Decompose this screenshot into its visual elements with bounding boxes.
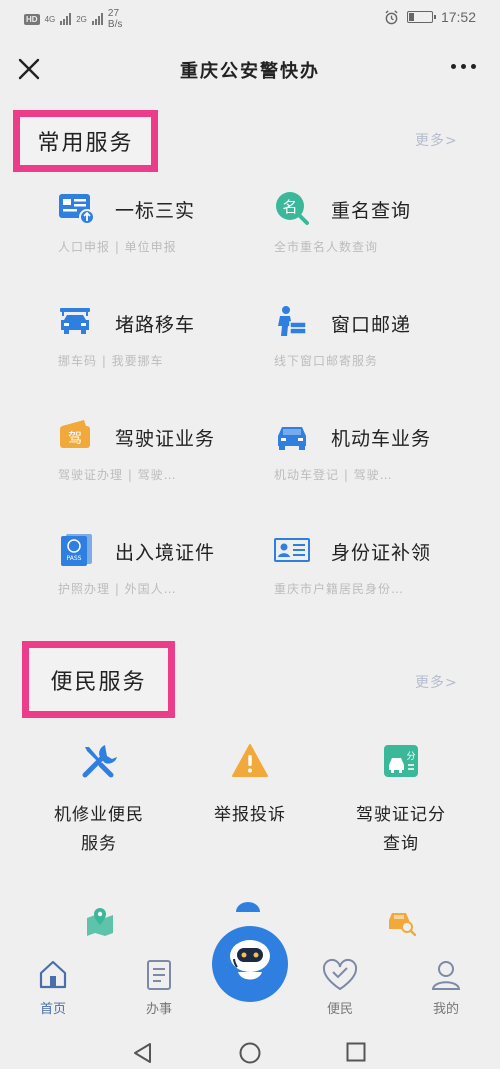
more-menu-button[interactable] bbox=[451, 64, 476, 69]
service-subtitle: 重庆市户籍居民身份… bbox=[274, 582, 405, 596]
assistant-button[interactable] bbox=[212, 926, 288, 1002]
car-icon bbox=[278, 427, 306, 450]
heart-icon bbox=[322, 958, 358, 991]
service-subtitle: 护照办理 | 外国人… bbox=[58, 582, 177, 596]
document-icon bbox=[147, 960, 171, 990]
service-subtitle: 线下窗口邮寄服务 bbox=[274, 354, 379, 368]
signal-icon bbox=[91, 13, 103, 25]
service-title: 驾驶证业务 bbox=[115, 428, 216, 450]
status-bar: HD 4G 2G 27 B/s 17:52 bbox=[0, 0, 500, 36]
service-item-tow-car[interactable]: 堵路移车 挪车码 | 我要挪车 bbox=[58, 304, 268, 374]
service-title: 窗口邮递 bbox=[331, 314, 412, 336]
map-location-icon[interactable] bbox=[85, 906, 115, 936]
page-title: 重庆公安警快办 bbox=[180, 61, 320, 82]
alarm-icon bbox=[385, 9, 398, 24]
service-subtitle: 驾驶证办理 | 驾驶… bbox=[58, 468, 177, 482]
service-title: 机动车业务 bbox=[331, 428, 432, 450]
service-item-passport[interactable]: PASS 出入境证件 护照办理 | 外国人… bbox=[58, 532, 268, 602]
convenience-label-line1: 驾驶证记分 bbox=[356, 805, 446, 825]
convenience-item-report[interactable]: 举报投诉 bbox=[180, 741, 320, 830]
service-item-vehicle[interactable]: 机动车业务 机动车登记 | 驾驶… bbox=[274, 418, 484, 488]
convenience-item-points-query[interactable]: 分 驾驶证记分 查询 bbox=[331, 741, 471, 859]
convenience-heading: 便民服务 bbox=[22, 641, 175, 718]
courier-icon bbox=[278, 306, 307, 336]
tab-label: 我的 bbox=[432, 1002, 459, 1017]
title-bar: 重庆公安警快办 bbox=[0, 45, 500, 95]
tow-car-icon bbox=[60, 308, 90, 334]
network-rate: 27 B/s bbox=[108, 8, 122, 30]
convenience-label-line2: 服务 bbox=[81, 834, 117, 854]
warning-icon bbox=[232, 744, 268, 777]
home-circle-icon[interactable] bbox=[239, 1042, 261, 1064]
back-icon[interactable] bbox=[132, 1042, 154, 1064]
network-rate-value: 27 bbox=[107, 8, 120, 19]
tab-mine[interactable]: 我的 bbox=[411, 958, 481, 1017]
svg-text:名: 名 bbox=[282, 198, 297, 216]
status-left: HD 4G 2G 27 B/s bbox=[24, 8, 122, 30]
service-subtitle: 全市重名人数查询 bbox=[274, 240, 379, 254]
tab-label: 办事 bbox=[145, 1002, 172, 1017]
battery-icon bbox=[406, 11, 436, 23]
service-subtitle: 机动车登记 | 驾驶… bbox=[274, 468, 393, 482]
service-subtitle: 挪车码 | 我要挪车 bbox=[58, 354, 164, 368]
convenience-item-repair[interactable]: 机修业便民 服务 bbox=[29, 741, 169, 859]
service-title: 重名查询 bbox=[331, 200, 412, 222]
name-search-icon: 名 bbox=[276, 192, 309, 225]
svg-text:分: 分 bbox=[406, 751, 415, 762]
service-title: 堵路移车 bbox=[115, 314, 196, 336]
points-query-icon: 分 bbox=[384, 745, 418, 777]
recents-icon[interactable] bbox=[346, 1042, 366, 1062]
network-2g: 2G bbox=[76, 14, 87, 24]
convenience-label-line1: 机修业便民 bbox=[54, 805, 144, 825]
tab-home[interactable]: 首页 bbox=[18, 958, 88, 1017]
id-reissue-icon bbox=[274, 538, 310, 562]
driver-license-icon: 驾 bbox=[60, 420, 90, 448]
robot-assistant-icon bbox=[230, 940, 270, 980]
tab-services[interactable]: 办事 bbox=[124, 958, 194, 1017]
service-item-id-reissue[interactable]: 身份证补领 重庆市户籍居民身份… bbox=[274, 532, 484, 602]
convenience-label-line1: 举报投诉 bbox=[214, 805, 286, 825]
tab-label: 便民 bbox=[326, 1002, 353, 1017]
network-4g: 4G bbox=[44, 14, 56, 24]
hd-badge: HD bbox=[24, 13, 40, 25]
repair-tools-icon bbox=[82, 745, 117, 778]
home-icon bbox=[39, 960, 67, 989]
partial-icon bbox=[236, 902, 260, 912]
vehicle-search-icon[interactable] bbox=[386, 906, 416, 936]
svg-text:PASS: PASS bbox=[67, 555, 82, 562]
status-right: 17:52 bbox=[384, 9, 476, 25]
convenience-more-link[interactable]: 更多> bbox=[415, 672, 458, 692]
signal-icon bbox=[60, 13, 72, 25]
clock: 17:52 bbox=[440, 9, 476, 25]
service-title: 出入境证件 bbox=[115, 542, 216, 564]
person-icon bbox=[431, 961, 461, 990]
service-subtitle: 人口申报 | 单位申报 bbox=[58, 240, 177, 254]
system-nav-bar bbox=[0, 1030, 500, 1069]
service-title: 一标三实 bbox=[115, 200, 196, 222]
common-services-more-link[interactable]: 更多> bbox=[415, 130, 458, 150]
service-title: 身份证补领 bbox=[331, 542, 432, 564]
svg-text:驾: 驾 bbox=[68, 431, 82, 447]
network-rate-unit: B/s bbox=[107, 19, 123, 30]
id-card-icon bbox=[59, 194, 94, 225]
passport-icon: PASS bbox=[61, 534, 92, 566]
service-item-yibiaosanshi[interactable]: 一标三实 人口申报 | 单位申报 bbox=[58, 190, 268, 260]
convenience-label-line2: 查询 bbox=[383, 834, 419, 854]
service-item-driver-license[interactable]: 驾 驾驶证业务 驾驶证办理 | 驾驶… bbox=[58, 418, 268, 488]
service-item-window-mail[interactable]: 窗口邮递 线下窗口邮寄服务 bbox=[274, 304, 484, 374]
service-item-name-query[interactable]: 名 重名查询 全市重名人数查询 bbox=[274, 190, 484, 260]
common-services-heading: 常用服务 bbox=[13, 110, 158, 172]
tab-label: 首页 bbox=[39, 1002, 66, 1017]
tab-convenience[interactable]: 便民 bbox=[305, 958, 375, 1017]
